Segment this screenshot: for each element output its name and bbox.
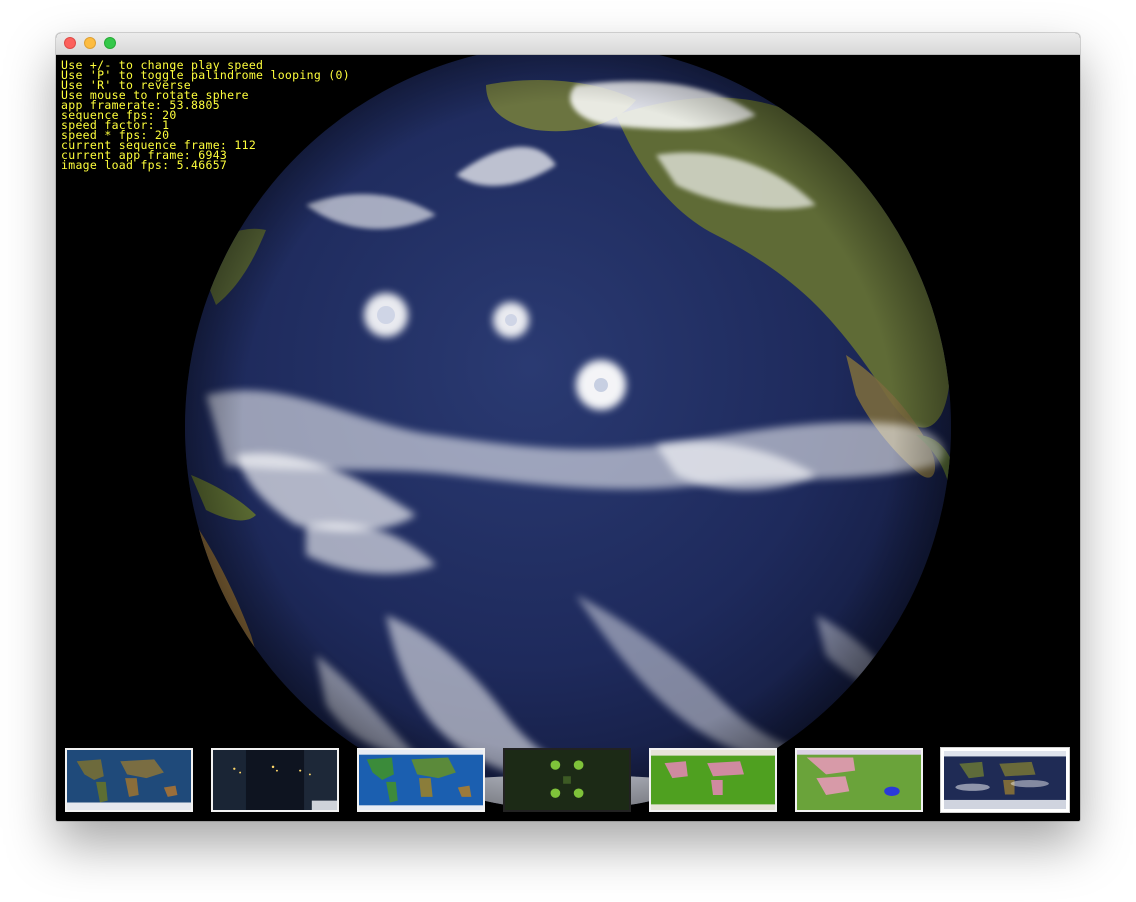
close-button[interactable]: [64, 37, 76, 49]
app-window: Use +/- to change play speed Use 'P' to …: [56, 33, 1080, 821]
hud-overlay: Use +/- to change play speed Use 'P' to …: [61, 59, 350, 172]
maximize-button[interactable]: [104, 37, 116, 49]
hud-line: image load fps: 5.46657: [61, 158, 228, 172]
thumbnail-world-map-clouds[interactable]: [941, 748, 1069, 812]
title-bar[interactable]: [56, 33, 1080, 55]
thumbnail-world-map-topography[interactable]: [357, 748, 485, 812]
thumbnail-green-pattern[interactable]: [503, 748, 631, 812]
thumbnail-world-map-night-lights[interactable]: [211, 748, 339, 812]
thumbnail-world-map-green-vegetation[interactable]: [649, 748, 777, 812]
thumbnail-world-map-blue-marble[interactable]: [65, 748, 193, 812]
texture-thumbnail-strip: [65, 748, 1073, 814]
render-canvas[interactable]: Use +/- to change play speed Use 'P' to …: [56, 55, 1080, 821]
minimize-button[interactable]: [84, 37, 96, 49]
thumbnail-world-map-green-pink[interactable]: [795, 748, 923, 812]
